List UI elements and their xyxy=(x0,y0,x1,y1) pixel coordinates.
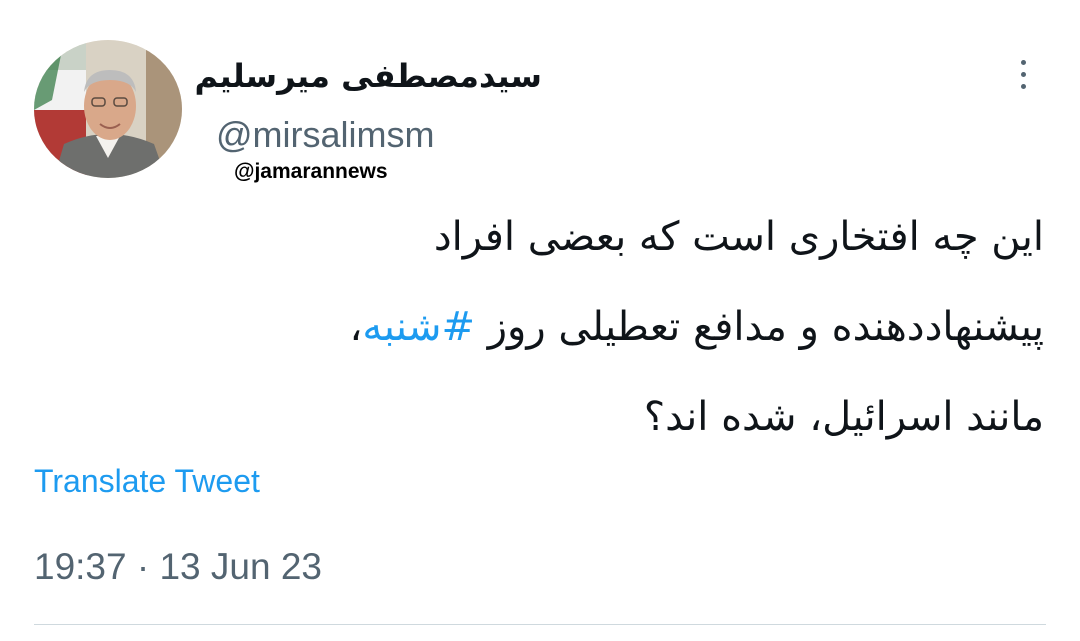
hashtag-link[interactable]: #شنبه xyxy=(362,304,475,350)
tweet-card: سیدمصطفی میرسلیم @mirsalimsm @jamarannew… xyxy=(0,0,1080,641)
tweet-line-3: مانند اسرائیل، شده اند؟ xyxy=(643,394,1044,440)
translate-tweet-link[interactable]: Translate Tweet xyxy=(34,460,260,502)
tweet-timestamp[interactable]: 19:37 · 13 Jun 23 xyxy=(34,544,322,590)
more-vertical-icon xyxy=(1021,84,1026,89)
tweet-text: این چه افتخاری است که بعضی افراد پیشنهاد… xyxy=(204,192,1044,462)
tweet-line-1: این چه افتخاری است که بعضی افراد xyxy=(433,214,1044,260)
more-vertical-icon xyxy=(1021,60,1026,65)
tweet-line-2: پیشنهاددهنده و مدافع تعطیلی روز #شنبه، xyxy=(204,282,1044,372)
avatar-photo xyxy=(34,40,182,178)
avatar[interactable] xyxy=(34,40,182,178)
more-vertical-icon xyxy=(1021,72,1026,77)
more-options-button[interactable] xyxy=(1010,56,1038,94)
user-handle[interactable]: @mirsalimsm xyxy=(216,112,435,158)
display-name[interactable]: سیدمصطفی میرسلیم xyxy=(194,54,542,98)
tweet-line-2-text: پیشنهاددهنده و مدافع تعطیلی روز xyxy=(474,304,1044,350)
watermark: @jamarannews xyxy=(234,160,388,183)
tweet-line-2-punct: ، xyxy=(349,304,363,350)
divider xyxy=(34,624,1046,625)
